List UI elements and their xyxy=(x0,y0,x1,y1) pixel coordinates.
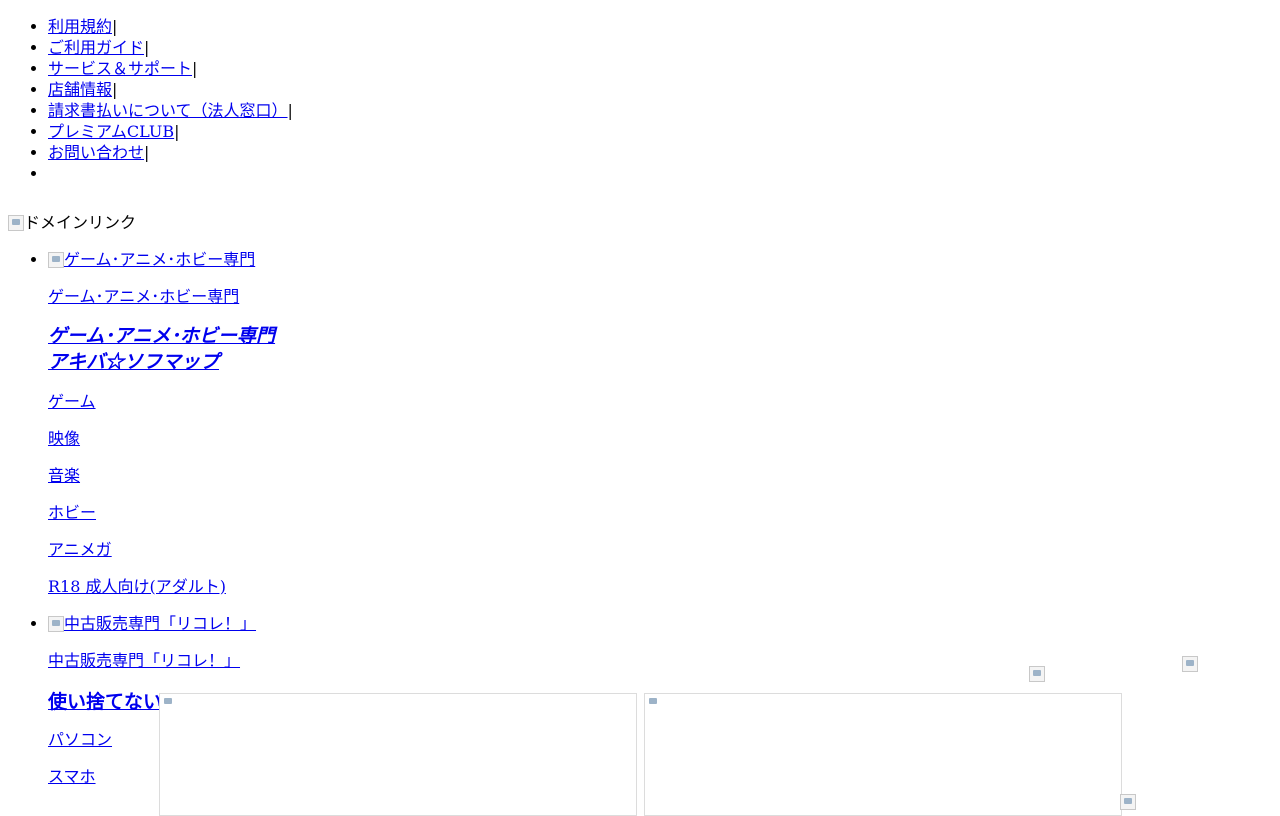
banner-image-right[interactable] xyxy=(644,693,1122,816)
top-link-item: 利用規約| xyxy=(48,16,1280,37)
domain-logo-alt: 中古販売専門「リコレ！」 xyxy=(64,614,257,633)
category-link-game[interactable]: ゲーム xyxy=(48,392,96,411)
top-link-list: 利用規約| ご利用ガイド| サービス＆サポート| 店舗情報| 請求書払いについて… xyxy=(0,16,1280,184)
separator: | xyxy=(112,80,118,99)
top-link-contact[interactable]: お問い合わせ xyxy=(48,143,144,162)
top-link-item: ご利用ガイド| xyxy=(48,37,1280,58)
domain-item-hobby: ゲーム･アニメ･ホビー専門 ゲーム･アニメ･ホビー専門 ゲーム･アニメ･ホビー専… xyxy=(48,249,1280,597)
top-link-item: お問い合わせ| xyxy=(48,142,1280,163)
domain-link-image: ドメインリンク xyxy=(8,213,136,233)
top-link-terms[interactable]: 利用規約 xyxy=(48,17,112,36)
domain-heading-line2: アキバ☆ソフマップ xyxy=(48,351,220,373)
separator: | xyxy=(174,122,180,141)
top-link-invoice[interactable]: 請求書払いについて（法人窓口） xyxy=(48,101,288,120)
separator: | xyxy=(112,17,118,36)
category-link-smartphone[interactable]: スマホ xyxy=(48,767,96,786)
broken-image-icon xyxy=(1120,794,1136,810)
banner-image-left[interactable] xyxy=(159,693,637,816)
category-link-music[interactable]: 音楽 xyxy=(48,466,80,485)
domain-logo-alt: ゲーム･アニメ･ホビー専門 xyxy=(64,250,256,269)
top-link-item: サービス＆サポート| xyxy=(48,58,1280,79)
separator: | xyxy=(192,59,198,78)
domain-heading-link[interactable]: 使い捨てない xyxy=(48,691,162,713)
broken-image-icon xyxy=(1182,656,1198,672)
broken-image-icon xyxy=(646,695,662,711)
domain-logo-link[interactable]: ゲーム･アニメ･ホビー専門 xyxy=(48,249,1280,270)
broken-image-icon xyxy=(8,215,24,231)
separator: | xyxy=(287,101,293,120)
top-link-item: 請求書払いについて（法人窓口）| xyxy=(48,100,1280,121)
broken-image-icon xyxy=(1029,666,1045,682)
domain-link-alt: ドメインリンク xyxy=(24,213,137,232)
top-link-item-empty xyxy=(48,163,1280,184)
category-link-animega[interactable]: アニメガ xyxy=(48,540,112,559)
top-link-guide[interactable]: ご利用ガイド xyxy=(48,38,144,57)
top-link-premium-club[interactable]: プレミアムCLUB xyxy=(48,122,174,141)
separator: | xyxy=(144,143,150,162)
top-link-service-support[interactable]: サービス＆サポート xyxy=(48,59,192,78)
top-link-item: プレミアムCLUB| xyxy=(48,121,1280,142)
domain-name-link[interactable]: ゲーム･アニメ･ホビー専門 xyxy=(48,287,239,306)
domain-heading-link[interactable]: ゲーム･アニメ･ホビー専門 アキバ☆ソフマップ xyxy=(48,325,275,373)
broken-image-icon xyxy=(48,616,64,632)
top-link-stores[interactable]: 店舗情報 xyxy=(48,80,112,99)
category-link-video[interactable]: 映像 xyxy=(48,429,80,448)
broken-image-icon xyxy=(161,695,177,711)
domain-heading-line1: ゲーム･アニメ･ホビー専門 xyxy=(48,325,276,347)
category-link-r18[interactable]: R18 成人向け(アダルト) xyxy=(48,577,226,596)
domain-logo-link[interactable]: 中古販売専門「リコレ！」 xyxy=(48,613,1280,634)
category-link-hobby[interactable]: ホビー xyxy=(48,503,96,522)
domain-name-link[interactable]: 中古販売専門「リコレ！」 xyxy=(48,651,240,670)
category-link-pc[interactable]: パソコン xyxy=(48,730,112,749)
top-link-item: 店舗情報| xyxy=(48,79,1280,100)
separator: | xyxy=(144,38,150,57)
broken-image-icon xyxy=(48,252,64,268)
